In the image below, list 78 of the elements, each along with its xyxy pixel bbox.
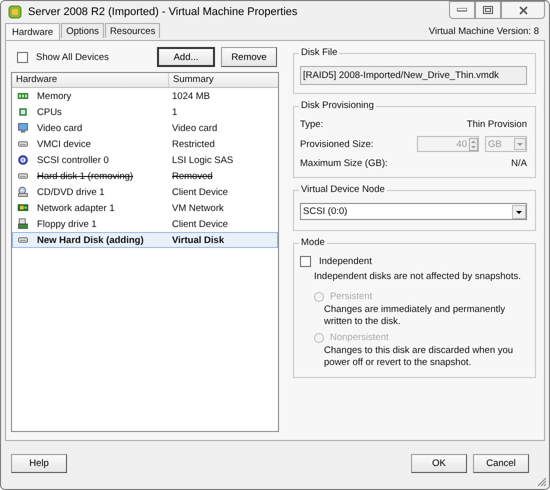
checkbox-label: Independent xyxy=(319,256,372,267)
table-cell: Video card xyxy=(172,122,218,134)
help-button[interactable]: Help xyxy=(11,454,67,472)
table-cell: Video card xyxy=(37,122,82,134)
table-cell: Virtual Disk xyxy=(172,234,224,246)
group-title: Disk File xyxy=(299,47,340,58)
tab[interactable]: Hardware xyxy=(5,23,60,40)
table-cell: Memory xyxy=(37,90,72,102)
network-card-icon xyxy=(17,202,29,214)
radio-label: Persistent xyxy=(330,291,372,302)
column-header[interactable]: Hardware xyxy=(12,73,169,87)
controller-icon xyxy=(17,154,29,166)
max-size-label: Maximum Size (GB): xyxy=(300,158,388,169)
maximize-button[interactable] xyxy=(475,1,501,19)
memory-icon xyxy=(17,90,29,102)
type-label: Type: xyxy=(300,119,324,130)
table-cell: Client Device xyxy=(172,218,228,230)
resize-grip-icon xyxy=(537,477,547,487)
close-button[interactable] xyxy=(501,1,545,19)
checkbox-label: Show All Devices xyxy=(36,52,109,62)
table-row[interactable]: SCSI controller 0 LSI Logic SAS xyxy=(12,152,278,168)
type-value: Thin Provision xyxy=(466,119,527,130)
table-row[interactable]: CPUs 1 xyxy=(12,104,278,120)
table-cell: Removed xyxy=(172,170,213,182)
table-cell: New Hard Disk (adding) xyxy=(37,234,144,246)
table-cell: 1024 MB xyxy=(172,90,210,102)
table-cell: 1 xyxy=(172,106,178,118)
table-row[interactable]: VMCI device Restricted xyxy=(12,136,278,152)
table-cell: VM Network xyxy=(172,202,224,214)
table-cell: LSI Logic SAS xyxy=(172,154,234,166)
table-row[interactable]: CD/DVD drive 1 Client Device xyxy=(12,184,278,200)
table-cell: SCSI controller 0 xyxy=(37,154,109,166)
radio-label: Nonpersistent xyxy=(330,332,389,343)
table-row[interactable]: Video card Video card xyxy=(12,120,278,136)
checkbox[interactable] xyxy=(17,52,28,62)
minimize-icon xyxy=(457,8,467,12)
group-title: Virtual Device Node xyxy=(299,184,387,195)
app-icon xyxy=(8,5,22,19)
independent-note: Independent disks are not affected by snapshots. xyxy=(313,271,522,283)
group-title: Disk Provisioning xyxy=(299,100,376,111)
disk-file-field: [RAID5] 2008-Imported/New_Drive_Thin.vmdk xyxy=(300,66,527,85)
remove-button[interactable]: Remove xyxy=(221,47,277,67)
minimize-button[interactable] xyxy=(449,1,475,19)
max-size-value: N/A xyxy=(511,158,527,169)
option-note: Changes to this disk are discarded when you power off or revert to the snapshot. xyxy=(323,345,514,369)
table-cell: Network adapter 1 xyxy=(37,202,115,214)
table-row[interactable]: Hard disk 1 (removing) Removed xyxy=(12,168,278,184)
group-title: Mode xyxy=(299,237,327,248)
optical-drive-icon xyxy=(17,186,29,198)
spinner-arrows-icon xyxy=(469,138,478,150)
table-cell: VMCI device xyxy=(37,138,91,150)
device-node-dropdown[interactable]: SCSI (0:0) xyxy=(300,203,527,220)
ok-button[interactable]: OK xyxy=(411,454,467,472)
version-label: Virtual Machine Version: 8 xyxy=(428,26,540,39)
maximize-icon xyxy=(483,6,493,14)
option-note: Changes are immediately and permanently written to the disk. xyxy=(323,304,506,328)
chip-icon xyxy=(17,106,29,118)
table-row[interactable]: Floppy drive 1 Client Device xyxy=(12,216,278,232)
table-cell: Floppy drive 1 xyxy=(37,218,97,230)
window-title: Server 2008 R2 (Imported) - Virtual Machine Properties xyxy=(28,6,298,18)
table-row[interactable]: Memory 1024 MB xyxy=(12,88,278,104)
cancel-button[interactable]: Cancel xyxy=(473,454,529,472)
table-row[interactable]: Network adapter 1 VM Network xyxy=(12,200,278,216)
tab[interactable]: Resources xyxy=(104,23,160,38)
monitor-icon xyxy=(17,122,29,134)
table-cell: Hard disk 1 (removing) xyxy=(37,170,134,182)
table-cell: Client Device xyxy=(172,186,228,198)
checkbox[interactable] xyxy=(300,256,311,267)
floppy-drive-icon xyxy=(17,218,29,230)
tab[interactable]: Options xyxy=(61,23,104,38)
table-cell: CPUs xyxy=(37,106,62,118)
size-label: Provisioned Size: xyxy=(300,138,374,150)
table-row[interactable]: New Hard Disk (adding) Virtual Disk xyxy=(12,232,278,248)
table-cell: CD/DVD drive 1 xyxy=(37,186,105,198)
column-header[interactable]: Summary xyxy=(169,73,218,87)
close-icon xyxy=(518,6,528,14)
add-button[interactable]: Add... xyxy=(157,47,215,67)
table-cell: Restricted xyxy=(172,138,215,150)
